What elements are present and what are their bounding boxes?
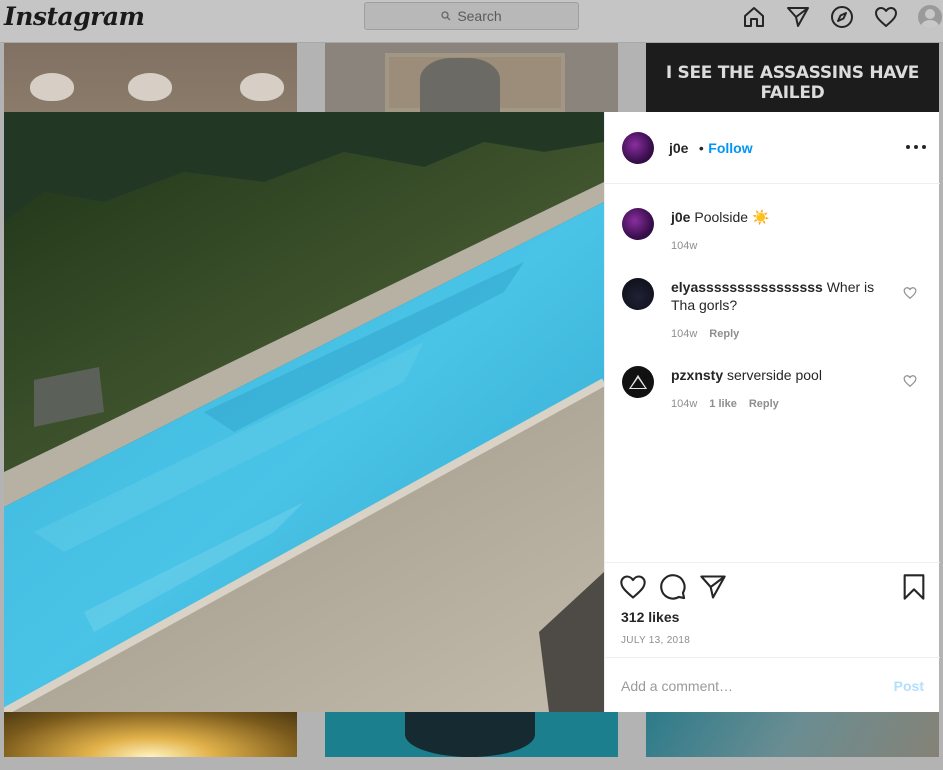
- reply-button[interactable]: Reply: [709, 328, 739, 340]
- post-comment-button[interactable]: Post: [894, 678, 924, 694]
- avatar[interactable]: [622, 208, 654, 240]
- reply-button[interactable]: Reply: [749, 398, 779, 410]
- more-options-icon[interactable]: [906, 140, 926, 154]
- avatar[interactable]: [622, 132, 654, 164]
- comment-meta: 104w 1 like Reply: [671, 398, 779, 410]
- post-username[interactable]: j0e: [669, 140, 688, 156]
- likes-count[interactable]: 312 likes: [621, 609, 679, 625]
- post-header: j0e • Follow: [605, 112, 940, 184]
- grid-post-thumbnail[interactable]: I SEE THE ASSASSINS HAVE FAILED: [646, 43, 939, 112]
- like-comment-heart-icon[interactable]: [903, 374, 917, 388]
- like-heart-icon[interactable]: [619, 573, 647, 601]
- home-icon[interactable]: [741, 4, 767, 30]
- post-photo[interactable]: [4, 112, 604, 712]
- search-icon: [441, 11, 451, 21]
- separator-dot: •: [698, 140, 704, 156]
- avatar[interactable]: [622, 278, 654, 310]
- follow-button[interactable]: Follow: [708, 140, 752, 156]
- search-input[interactable]: Search: [364, 2, 579, 30]
- grid-post-thumbnail[interactable]: [4, 712, 297, 757]
- post-date[interactable]: JULY 13, 2018: [621, 635, 690, 646]
- comment-text: pzxnsty serverside pool: [671, 366, 891, 384]
- grid-post-thumbnail[interactable]: [325, 43, 618, 112]
- meme-text: I SEE THE ASSASSINS HAVE FAILED: [665, 63, 920, 103]
- post-actions: 312 likes JULY 13, 2018: [605, 562, 940, 657]
- comment-meta: 104w Reply: [671, 328, 739, 340]
- add-comment-input[interactable]: [621, 676, 871, 696]
- bookmark-icon[interactable]: [900, 573, 928, 601]
- pool-image: [4, 112, 604, 712]
- explore-icon[interactable]: [829, 4, 855, 30]
- activity-heart-icon[interactable]: [873, 4, 899, 30]
- share-direct-icon[interactable]: [699, 573, 727, 601]
- grid-post-thumbnail[interactable]: [646, 712, 939, 757]
- comment-bubble-icon[interactable]: [659, 573, 687, 601]
- instagram-logo[interactable]: Instagram: [4, 2, 145, 31]
- caption-meta: 104w: [671, 240, 697, 252]
- comment-username[interactable]: pzxnsty: [671, 367, 723, 383]
- header-user-row: j0e • Follow: [669, 140, 753, 158]
- avatar: [918, 5, 942, 29]
- comment-body: serverside pool: [727, 367, 822, 383]
- nav-icons: [723, 4, 943, 30]
- caption-body: Poolside ☀️: [694, 209, 770, 225]
- grid-post-thumbnail[interactable]: [325, 712, 618, 757]
- comment-text: elyassssssssssssssss Wher is Tha gorls?: [671, 278, 891, 314]
- comment-username[interactable]: elyassssssssssssssss: [671, 279, 823, 295]
- post-details-panel: j0e • Follow j0e Poolside ☀️ 104w elyass…: [604, 112, 940, 712]
- caption-username[interactable]: j0e: [671, 209, 690, 225]
- caption-age[interactable]: 104w: [671, 240, 697, 252]
- top-nav: Instagram Search: [0, 0, 943, 43]
- comment-age[interactable]: 104w: [671, 328, 697, 340]
- direct-icon[interactable]: [785, 4, 811, 30]
- grid-post-thumbnail[interactable]: [4, 43, 297, 112]
- avatar[interactable]: [622, 366, 654, 398]
- search-placeholder: Search: [457, 8, 502, 24]
- add-comment-bar: Post: [605, 657, 940, 712]
- comment-like-count[interactable]: 1 like: [709, 398, 737, 410]
- caption-text: j0e Poolside ☀️: [671, 208, 891, 226]
- like-comment-heart-icon[interactable]: [903, 286, 917, 300]
- profile-avatar[interactable]: [917, 4, 943, 30]
- comment-age[interactable]: 104w: [671, 398, 697, 410]
